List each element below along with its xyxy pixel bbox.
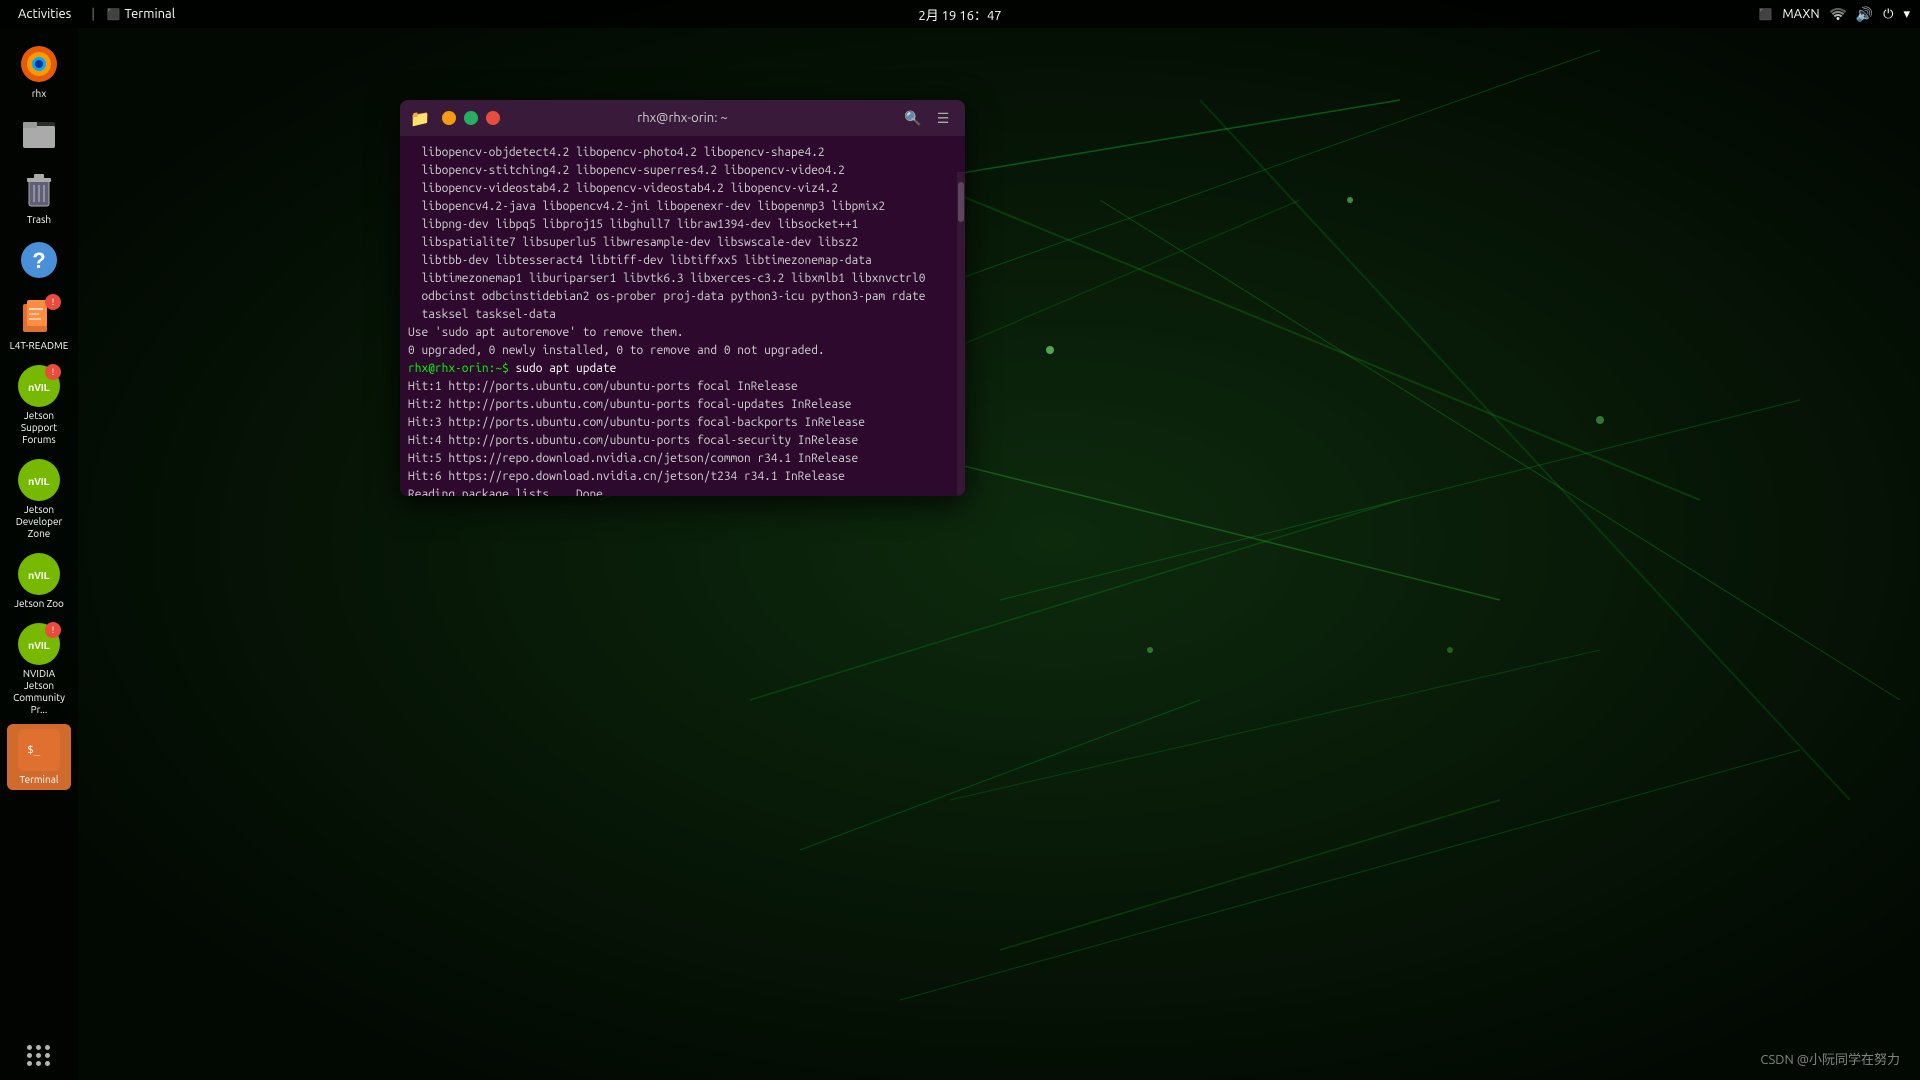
dock-item-jetson-zoo[interactable]: nVIL Jetson Zoo bbox=[7, 548, 71, 614]
nvidia-community-icon: nVIL ! bbox=[17, 622, 61, 666]
dock-item-firefox[interactable]: rhx bbox=[7, 38, 71, 104]
maximize-button[interactable]: □ bbox=[464, 111, 478, 125]
menu-icon[interactable]: ☰ bbox=[931, 106, 955, 130]
topbar-left: Activities | ⬛ Terminal bbox=[10, 7, 175, 21]
dock-item-jetson-support[interactable]: nVIL ! Jetson Support Forums bbox=[7, 360, 71, 450]
files-icon bbox=[17, 112, 61, 156]
terminal-indicator[interactable]: ⬛ Terminal bbox=[107, 7, 175, 21]
terminal-dock-icon: $_ bbox=[17, 728, 61, 772]
dock-item-files[interactable] bbox=[7, 108, 71, 160]
dock-item-nvidia-community[interactable]: nVIL ! NVIDIA Jetson Community Pr... bbox=[7, 618, 71, 720]
volume-icon[interactable]: 🔊 bbox=[1856, 6, 1873, 23]
terminal-window: 📁 — □ ✕ rhx@rhx-orin: ~ 🔍 ☰ libopencv-ob… bbox=[400, 100, 965, 496]
topbar-right: ⬛ MAXN 🔊 ⏻ ▾ bbox=[1759, 6, 1910, 23]
terminal-output-line-1: libopencv-objdetect4.2 libopencv-photo4.… bbox=[408, 146, 925, 357]
svg-text:?: ? bbox=[32, 248, 45, 273]
trash-icon bbox=[17, 168, 61, 212]
topbar-menu-icon[interactable]: ▾ bbox=[1903, 7, 1910, 22]
svg-text:nVIL: nVIL bbox=[28, 571, 50, 582]
jetson-dev-icon: nVIL bbox=[17, 458, 61, 502]
terminal-title: rhx@rhx-orin: ~ bbox=[637, 111, 727, 125]
topbar: Activities | ⬛ Terminal 2月 19 16：47 ⬛ MA… bbox=[0, 0, 1920, 28]
nvidia-logo: ⬛ bbox=[1759, 8, 1773, 21]
grid-dots-icon bbox=[27, 1045, 51, 1066]
nvidia-zoo-icon: nVIL bbox=[18, 553, 60, 595]
help-icon: ? bbox=[17, 238, 61, 282]
scrollbar-thumb[interactable] bbox=[958, 182, 964, 222]
power-icon[interactable]: ⏻ bbox=[1883, 7, 1893, 22]
dock-item-jetson-dev[interactable]: nVIL Jetson Developer Zone bbox=[7, 454, 71, 544]
terminal-titlebar: 📁 — □ ✕ rhx@rhx-orin: ~ 🔍 ☰ bbox=[400, 100, 965, 136]
search-icon[interactable]: 🔍 bbox=[901, 106, 925, 130]
dock-label-jetson-dev: Jetson Developer Zone bbox=[9, 504, 69, 540]
jetson-support-icon: nVIL ! bbox=[17, 364, 61, 408]
dock-label-l4t: L4T-README bbox=[10, 340, 69, 352]
dock-item-trash[interactable]: Trash bbox=[7, 164, 71, 230]
titlebar-icons: 🔍 ☰ bbox=[901, 106, 955, 130]
watermark: CSDN @小阮同学在努力 bbox=[1760, 1049, 1900, 1068]
terminal-cmd-1: sudo apt update bbox=[516, 362, 617, 375]
dock-label-jetson-support: Jetson Support Forums bbox=[9, 410, 69, 446]
close-button[interactable]: ✕ bbox=[486, 111, 500, 125]
dock: rhx Trash bbox=[0, 28, 78, 1080]
jetson-support-badge: ! bbox=[45, 364, 61, 380]
terminal-file-icon[interactable]: 📁 bbox=[410, 109, 430, 128]
minimize-button[interactable]: — bbox=[442, 111, 456, 125]
dock-label-firefox: rhx bbox=[32, 88, 47, 100]
topbar-divider: | bbox=[91, 7, 95, 21]
dock-label-jetson-zoo: Jetson Zoo bbox=[14, 598, 64, 610]
terminal-scrollbar[interactable] bbox=[957, 172, 965, 496]
nvidia-dev-icon: nVIL bbox=[18, 459, 60, 501]
svg-text:nVIL: nVIL bbox=[28, 477, 50, 488]
svg-text:nVIL: nVIL bbox=[28, 383, 50, 394]
wifi-icon[interactable] bbox=[1830, 6, 1846, 23]
svg-text:nVIL: nVIL bbox=[28, 641, 50, 652]
dock-label-trash: Trash bbox=[27, 214, 51, 226]
jetson-zoo-icon: nVIL bbox=[17, 552, 61, 596]
terminal-topbar-label: Terminal bbox=[125, 7, 176, 21]
firefox-icon bbox=[17, 42, 61, 86]
dock-label-nvidia-community: NVIDIA Jetson Community Pr... bbox=[9, 668, 69, 716]
l4t-icon: ! bbox=[17, 294, 61, 338]
dock-item-help[interactable]: ? bbox=[7, 234, 71, 286]
terminal-body[interactable]: libopencv-objdetect4.2 libopencv-photo4.… bbox=[400, 136, 965, 496]
activities-button[interactable]: Activities bbox=[10, 7, 79, 21]
nvidia-label: MAXN bbox=[1782, 7, 1819, 21]
svg-text:$_: $_ bbox=[27, 743, 41, 756]
dock-item-l4t[interactable]: ! L4T-README bbox=[7, 290, 71, 356]
dock-label-terminal: Terminal bbox=[20, 774, 59, 786]
show-applications-button[interactable] bbox=[0, 1030, 78, 1080]
topbar-datetime: 2月 19 16：47 bbox=[918, 5, 1001, 24]
dock-item-terminal[interactable]: $_ Terminal bbox=[7, 724, 71, 790]
terminal-output-2: Hit:1 http://ports.ubuntu.com/ubuntu-por… bbox=[408, 380, 865, 496]
nvidia-community-badge: ! bbox=[45, 622, 61, 638]
terminal-prompt-1: rhx@rhx-orin:~$ bbox=[408, 362, 516, 375]
terminal-topbar-icon: ⬛ bbox=[107, 8, 121, 21]
l4t-badge: ! bbox=[45, 294, 61, 310]
terminal-icon-bg: $_ bbox=[18, 729, 60, 771]
